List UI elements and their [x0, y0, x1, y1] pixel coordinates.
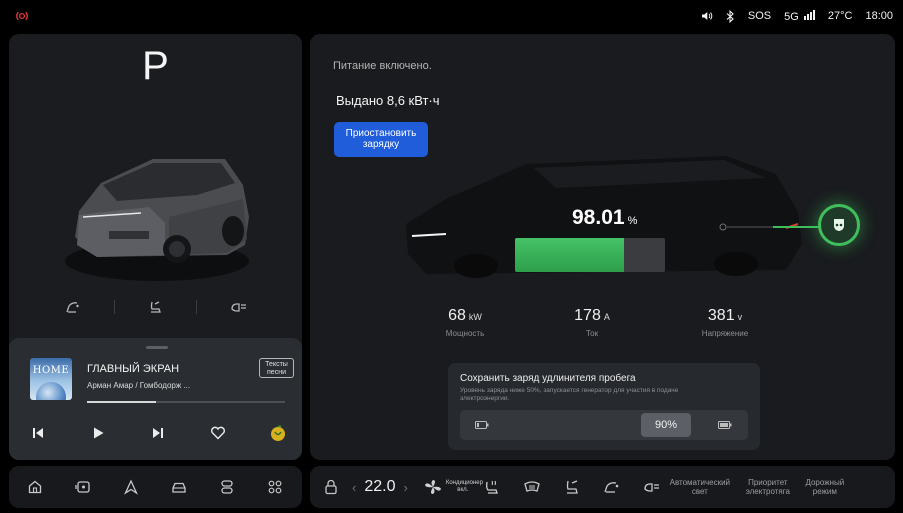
drag-handle[interactable] — [146, 346, 168, 349]
range-extender-title: Сохранить заряд удлинителя пробега — [460, 373, 636, 384]
headlight-icon[interactable] — [230, 300, 248, 314]
battery-full-icon — [718, 421, 732, 429]
current-label: Ток — [585, 329, 599, 338]
auto-light-button[interactable]: Автоматический свет — [643, 478, 736, 496]
temperature-increase-button[interactable]: › — [403, 480, 407, 495]
current-number: 178 — [574, 307, 601, 324]
power-status: Питание включено. — [333, 60, 432, 72]
signal-broadcast-icon — [16, 11, 28, 21]
power-metric: 68 kW Мощность — [420, 307, 510, 338]
battery-low-icon — [475, 421, 489, 429]
energy-delivered: Выдано 8,6 кВт·ч — [336, 93, 440, 108]
road-mode-button[interactable]: Дорожный режим — [800, 478, 850, 496]
ac-label: Кондиционер вкл. — [445, 480, 483, 493]
windshield-defrost-icon[interactable] — [523, 479, 541, 495]
music-app-button[interactable] — [267, 422, 289, 444]
charging-plug-icon — [834, 219, 844, 231]
apps-grid-icon[interactable] — [267, 479, 283, 495]
song-artist: Арман Амар / Гомбодорж ... — [87, 381, 191, 390]
album-art[interactable]: HOME — [30, 358, 72, 400]
divider — [113, 300, 115, 314]
battery-percent-value: 98.01 — [572, 206, 625, 229]
playback-controls — [27, 422, 289, 444]
album-art-earth — [36, 382, 66, 400]
signal-strength-icon — [803, 9, 815, 20]
voltage-label: Напряжение — [701, 329, 749, 338]
power-unit: kW — [468, 312, 482, 322]
status-bar: SOS 5G 27°C 18:00 — [0, 0, 903, 32]
previous-track-button[interactable] — [27, 422, 49, 444]
fan-icon — [424, 480, 441, 494]
climate-bar: ‹ 22.0 › Кондиционер вкл. Автоматический… — [310, 466, 895, 508]
voltage-value: 381 v — [680, 307, 770, 325]
music-player[interactable]: HOME ГЛАВНЫЙ ЭКРАН Арман Амар / Гомбодор… — [9, 338, 302, 460]
temperature-decrease-button[interactable]: ‹ — [352, 480, 356, 495]
music-app-icon — [271, 425, 285, 441]
auto-light-label: Автоматический свет — [669, 478, 731, 496]
power-label: Мощность — [445, 329, 485, 338]
battery-level-bar — [515, 238, 665, 272]
temperature-control: ‹ 22.0 › — [352, 478, 408, 496]
ac-toggle[interactable]: Кондиционер вкл. — [423, 479, 501, 495]
charging-connector — [818, 204, 860, 246]
playback-progress-fill — [87, 401, 157, 403]
temperature-value: 22.0 — [364, 478, 396, 495]
battery-level-fill — [515, 238, 624, 272]
current-metric: 178 A Ток — [547, 307, 637, 338]
media-icon[interactable] — [75, 479, 91, 495]
current-value: 178 A — [547, 307, 637, 325]
battery-percentage: 98.01% — [572, 206, 637, 230]
network-indicator: 5G — [784, 9, 815, 23]
home-icon[interactable] — [27, 479, 43, 495]
vehicle-panel: P HOME ГЛАВНЫЙ ЭКРАН Арман Амар / Гомбод… — [9, 34, 302, 460]
lock-icon[interactable] — [324, 479, 338, 495]
headlight-icon — [644, 483, 659, 492]
range-extender-slider[interactable]: 90% — [460, 410, 748, 440]
next-track-button[interactable] — [147, 422, 169, 444]
power-value: 68 kW — [420, 307, 510, 325]
gear-indicator: P — [142, 44, 169, 88]
play-icon — [94, 427, 104, 439]
liftgate-icon[interactable] — [603, 479, 621, 495]
network-label: 5G — [784, 10, 799, 23]
bluetooth-icon[interactable] — [726, 9, 735, 23]
electric-priority-button[interactable]: Приоритет электротяга — [740, 478, 796, 496]
volume-icon[interactable] — [701, 10, 713, 22]
quick-controls — [49, 292, 264, 322]
voltage-unit: v — [737, 312, 743, 322]
seat-settings-icon[interactable] — [219, 479, 235, 495]
main-nav-bar — [9, 466, 302, 508]
voltage-number: 381 — [707, 307, 735, 324]
navigation-icon[interactable] — [123, 479, 139, 495]
song-title: ГЛАВНЫЙ ЭКРАН — [87, 363, 180, 375]
range-extender-card: Сохранить заряд удлинителя пробега Урове… — [448, 363, 760, 450]
seat-adjust-icon[interactable] — [563, 479, 581, 495]
battery-percent-unit: % — [627, 215, 638, 227]
car-icon[interactable] — [171, 479, 187, 495]
range-extender-description: Уровень заряда ниже 50%, запускается ген… — [460, 387, 679, 402]
heart-icon — [211, 426, 225, 440]
playback-progress[interactable] — [87, 401, 285, 403]
liftgate-icon[interactable] — [65, 300, 81, 314]
divider — [196, 300, 198, 314]
charging-panel: Питание включено. Выдано 8,6 кВт·ч Приос… — [310, 34, 895, 460]
play-button[interactable] — [87, 422, 109, 444]
seat-heating-icon[interactable] — [483, 479, 501, 495]
sos-label[interactable]: SOS — [748, 10, 771, 22]
clock: 18:00 — [865, 10, 893, 22]
vehicle-3d-view[interactable] — [57, 119, 257, 289]
voltage-metric: 381 v Напряжение — [680, 307, 770, 338]
skip-next-icon — [153, 428, 163, 438]
lyrics-button[interactable]: Тексты песни — [259, 358, 294, 378]
seat-icon[interactable] — [147, 300, 163, 314]
favorite-button[interactable] — [207, 422, 229, 444]
current-unit: A — [603, 312, 610, 322]
skip-previous-icon — [33, 428, 43, 438]
slider-thumb[interactable]: 90% — [641, 413, 691, 437]
power-number: 68 — [448, 307, 466, 324]
outside-temperature: 27°C — [827, 10, 853, 22]
album-art-text: HOME — [32, 365, 70, 376]
